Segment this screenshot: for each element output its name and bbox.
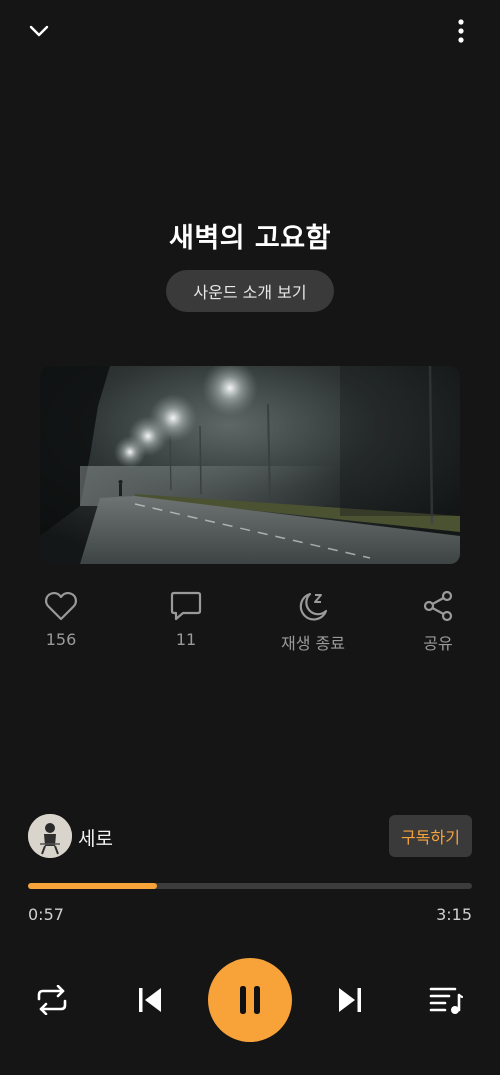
- share-icon: [423, 590, 453, 622]
- share-label: 공유: [423, 634, 453, 653]
- more-vertical-icon: [458, 19, 464, 43]
- progress-bar[interactable]: [28, 883, 472, 889]
- like-button[interactable]: 156: [11, 590, 111, 649]
- comment-icon: [170, 591, 202, 621]
- track-title: 새벽의 고요함: [169, 223, 331, 254]
- total-time: 3:15: [436, 905, 472, 924]
- top-bar: [0, 0, 500, 60]
- previous-button[interactable]: [122, 972, 178, 1028]
- like-count: 156: [45, 630, 77, 649]
- more-options-button[interactable]: [444, 14, 478, 48]
- share-button[interactable]: 공유: [388, 590, 488, 654]
- playlist-button[interactable]: [418, 972, 474, 1028]
- artist-name[interactable]: 세로: [78, 824, 113, 851]
- next-button[interactable]: [322, 972, 378, 1028]
- comment-button[interactable]: 11: [136, 590, 236, 649]
- skip-next-icon: [339, 988, 361, 1012]
- artist-avatar[interactable]: [28, 814, 72, 858]
- moon-zzz-icon: [299, 592, 328, 621]
- repeat-button[interactable]: [24, 972, 80, 1028]
- comment-count: 11: [175, 630, 197, 649]
- pause-button[interactable]: [208, 958, 292, 1042]
- chevron-down-icon: [29, 25, 49, 37]
- cover-artwork: [40, 366, 460, 564]
- sleep-timer-label: 재생 종료: [281, 634, 345, 653]
- subscribe-button[interactable]: 구독하기: [389, 815, 472, 857]
- repeat-icon: [37, 985, 67, 1015]
- skip-previous-icon: [139, 988, 161, 1012]
- heart-icon: [45, 591, 77, 621]
- sleep-timer-button[interactable]: 재생 종료: [263, 590, 363, 654]
- pause-icon: [240, 986, 260, 1014]
- collapse-button[interactable]: [22, 14, 56, 48]
- progress-fill: [28, 883, 157, 889]
- sound-intro-button[interactable]: 사운드 소개 보기: [166, 270, 334, 312]
- playlist-icon: [429, 987, 463, 1014]
- current-time: 0:57: [28, 905, 64, 924]
